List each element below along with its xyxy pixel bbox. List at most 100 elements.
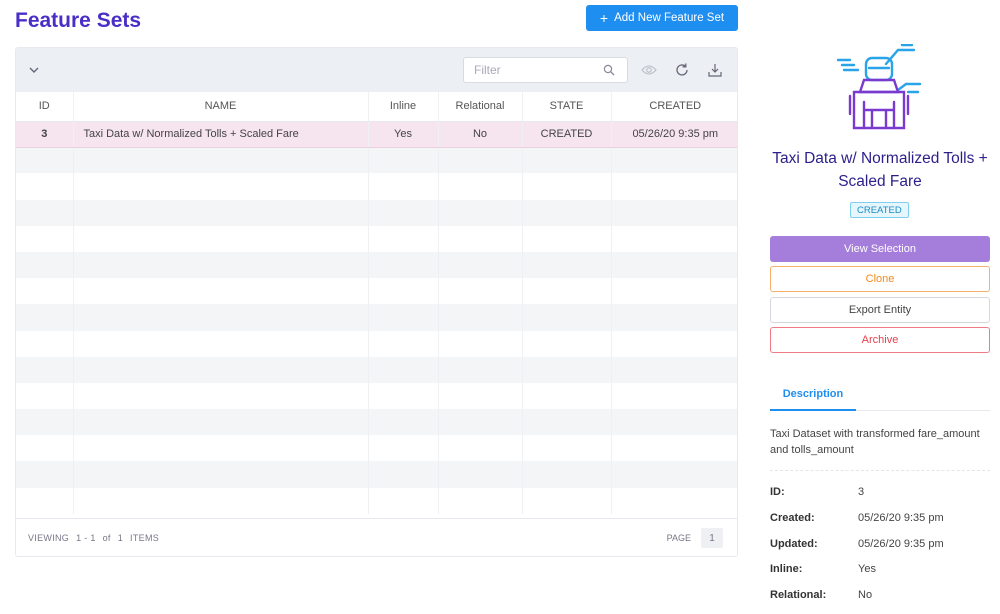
status-badge: CREATED <box>850 202 909 218</box>
empty-cell <box>522 461 612 488</box>
pagination-bar: VIEWING 1 - 1 of 1 ITEMS PAGE 1 <box>16 518 737 556</box>
empty-cell <box>611 226 737 252</box>
empty-cell <box>522 278 612 305</box>
empty-cell <box>611 356 737 383</box>
empty-cell <box>73 147 369 174</box>
empty-cell <box>522 147 612 174</box>
empty-table-row <box>16 356 737 383</box>
empty-cell <box>73 356 369 383</box>
add-feature-set-button[interactable]: + Add New Feature Set <box>586 5 738 31</box>
field-label: Inline: <box>770 563 803 575</box>
column-header-id[interactable]: ID <box>16 92 74 122</box>
empty-cell <box>368 199 439 226</box>
empty-cell <box>522 330 612 357</box>
view-selection-button[interactable]: View Selection <box>770 236 990 262</box>
eye-icon[interactable] <box>640 61 658 79</box>
empty-cell <box>16 304 74 331</box>
empty-table-row <box>16 461 737 488</box>
empty-cell <box>438 173 523 200</box>
empty-cell <box>438 278 523 305</box>
archive-button[interactable]: Archive <box>770 327 990 353</box>
empty-cell <box>368 330 439 357</box>
empty-cell <box>16 382 74 410</box>
empty-cell <box>611 331 737 357</box>
items-label: ITEMS <box>130 533 160 543</box>
empty-cell <box>611 199 737 226</box>
column-header-inline[interactable]: Inline <box>368 92 439 122</box>
empty-cell <box>522 225 612 252</box>
feature-sets-table-card: ID NAME Inline Relational STATE CREATED … <box>15 47 738 557</box>
empty-cell <box>368 487 439 514</box>
empty-cell <box>73 435 369 462</box>
clone-button[interactable]: Clone <box>770 266 990 292</box>
column-header-name[interactable]: NAME <box>73 92 369 122</box>
field-label: Relational: <box>770 589 827 601</box>
empty-cell <box>73 461 369 488</box>
empty-table-row <box>16 435 737 462</box>
refresh-icon[interactable] <box>673 61 691 79</box>
empty-cell <box>438 409 523 436</box>
empty-cell <box>611 147 737 174</box>
empty-table-row <box>16 330 737 357</box>
empty-table-row <box>16 382 737 410</box>
field-row-inline: Inline: Yes <box>770 563 990 577</box>
download-icon[interactable] <box>706 61 724 79</box>
cell-inline: Yes <box>368 121 439 148</box>
export-entity-button[interactable]: Export Entity <box>770 297 990 323</box>
page-label: PAGE <box>666 533 691 543</box>
empty-cell <box>73 199 369 226</box>
divider <box>770 470 990 471</box>
empty-cell <box>611 409 737 436</box>
empty-table-row <box>16 225 737 252</box>
empty-cell <box>73 330 369 357</box>
column-header-state[interactable]: STATE <box>522 92 612 122</box>
empty-cell <box>16 487 74 514</box>
total-count: 1 <box>117 533 124 543</box>
empty-cell <box>368 251 439 279</box>
field-row-id: ID: 3 <box>770 486 990 500</box>
empty-cell <box>73 251 369 279</box>
empty-table-row <box>16 251 737 279</box>
table-row[interactable]: 3 Taxi Data w/ Normalized Tolls + Scaled… <box>16 121 737 148</box>
empty-cell <box>73 487 369 514</box>
viewing-range: 1 - 1 <box>76 533 96 543</box>
empty-cell <box>16 409 74 436</box>
tab-description[interactable]: Description <box>770 379 856 411</box>
column-header-relational[interactable]: Relational <box>438 92 523 122</box>
empty-cell <box>16 251 74 279</box>
chevron-down-icon[interactable] <box>26 62 42 78</box>
empty-cell <box>438 461 523 488</box>
empty-cell <box>368 173 439 200</box>
empty-cell <box>16 278 74 305</box>
column-header-created[interactable]: CREATED <box>611 92 737 122</box>
empty-cell <box>73 382 369 410</box>
of-label: of <box>102 533 111 543</box>
empty-table-row <box>16 199 737 226</box>
empty-table-row <box>16 173 737 200</box>
empty-cell <box>73 173 369 200</box>
empty-cell <box>16 356 74 383</box>
empty-cell <box>73 278 369 305</box>
empty-cell <box>438 435 523 462</box>
empty-cell <box>611 461 737 488</box>
page-number[interactable]: 1 <box>701 528 723 548</box>
empty-cell <box>438 225 523 252</box>
cell-state: CREATED <box>522 121 612 148</box>
plus-icon: + <box>599 10 609 26</box>
empty-cell <box>611 435 737 461</box>
empty-cell <box>522 304 612 331</box>
empty-cell <box>16 199 74 226</box>
empty-cell <box>438 304 523 331</box>
empty-cell <box>368 278 439 305</box>
empty-cell <box>522 487 612 514</box>
empty-cell <box>522 356 612 383</box>
empty-cell <box>368 435 439 462</box>
empty-table-row <box>16 487 737 514</box>
empty-cell <box>16 330 74 357</box>
empty-cell <box>368 147 439 174</box>
empty-cell <box>438 356 523 383</box>
entity-title: Taxi Data w/ Normalized Tolls + Scaled F… <box>772 150 988 190</box>
empty-cell <box>368 304 439 331</box>
field-label: ID: <box>770 486 785 498</box>
empty-cell <box>368 409 439 436</box>
